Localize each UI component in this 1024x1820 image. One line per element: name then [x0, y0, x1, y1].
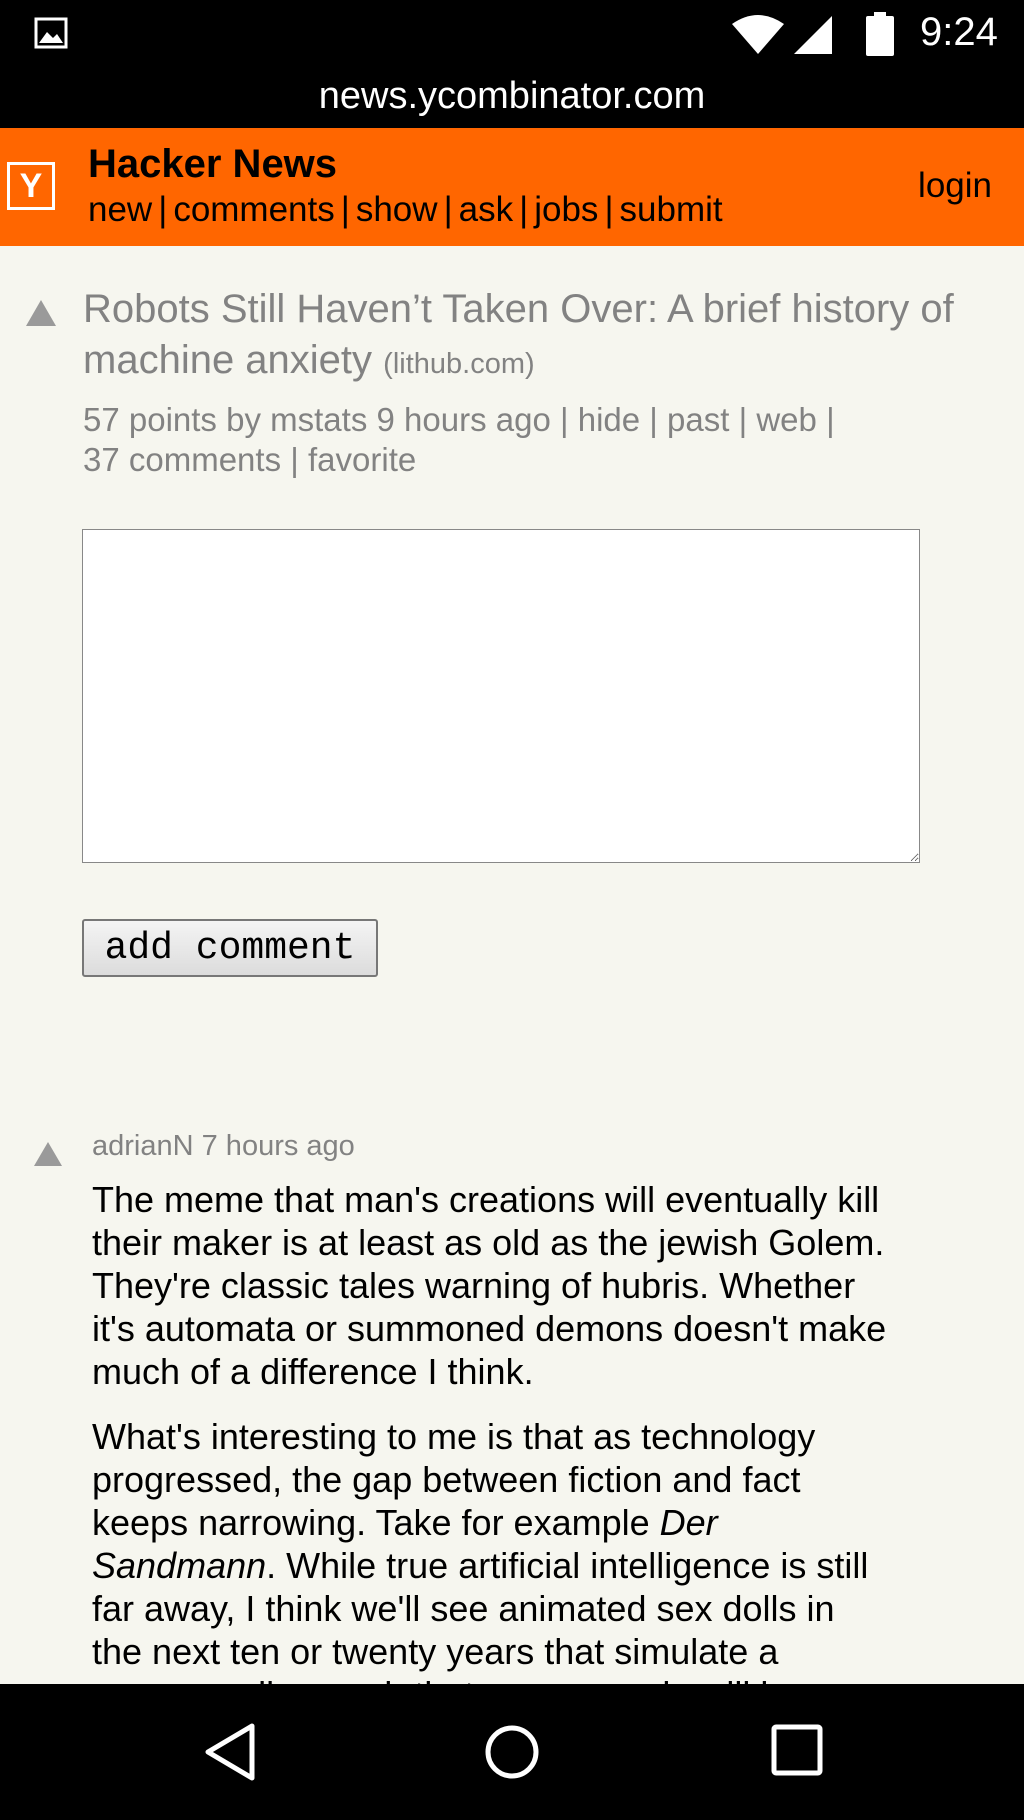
story-age[interactable]: 9 hours ago: [377, 401, 551, 438]
comment-user[interactable]: adrianN: [92, 1130, 194, 1162]
story-user[interactable]: mstats: [270, 401, 367, 438]
meta-separator: |: [738, 401, 748, 438]
story-hide-link[interactable]: hide: [578, 401, 640, 438]
login-link[interactable]: login: [918, 166, 992, 206]
story-web-link[interactable]: web: [756, 401, 817, 438]
nav-separator: |: [604, 190, 614, 229]
story-favorite-link[interactable]: favorite: [308, 441, 416, 478]
comment-paragraph: The meme that man's creations will event…: [92, 1179, 887, 1392]
comment-header: adrianN 7 hours ago: [92, 1130, 355, 1163]
y-logo-icon[interactable]: Y: [7, 162, 55, 210]
battery-icon: [866, 12, 894, 56]
story-meta: 57 points by mstats 9 hours ago | hide |…: [83, 400, 983, 480]
gallery-icon: [34, 17, 68, 49]
home-icon[interactable]: [484, 1724, 540, 1780]
status-clock: 9:24: [920, 10, 998, 54]
story-title: Robots Still Haven’t Taken Over: A brief…: [83, 284, 1003, 390]
meta-separator: |: [559, 401, 569, 438]
nav-new[interactable]: new: [88, 190, 152, 229]
url-bar[interactable]: news.ycombinator.com: [0, 70, 1024, 128]
comment-age[interactable]: 7 hours ago: [202, 1130, 355, 1162]
back-icon[interactable]: [200, 1720, 260, 1784]
nav-comments[interactable]: comments: [173, 190, 334, 229]
add-comment-button[interactable]: add comment: [82, 919, 378, 977]
story-comments-link[interactable]: 37 comments: [83, 441, 281, 478]
nav-separator: |: [158, 190, 168, 229]
meta-separator: |: [649, 401, 658, 438]
nav-links: new | comments | show | ask | jobs | submit: [88, 190, 723, 230]
status-bar: 9:24: [0, 0, 1024, 70]
story-by: by: [226, 401, 261, 438]
upvote-arrow-icon[interactable]: [32, 1140, 64, 1168]
meta-separator: |: [826, 401, 835, 438]
nav-separator: |: [443, 190, 453, 229]
wifi-icon: [732, 15, 784, 54]
story-points: 57 points: [83, 401, 217, 438]
nav-separator: |: [519, 190, 529, 229]
story-past-link[interactable]: past: [667, 401, 729, 438]
recents-icon[interactable]: [771, 1724, 823, 1776]
upvote-arrow-icon[interactable]: [24, 298, 58, 328]
nav-show[interactable]: show: [356, 190, 438, 229]
nav-separator: |: [340, 190, 350, 229]
signal-icon: [794, 16, 832, 54]
site-header: Y Hacker News new | comments | show | ask | jobs…: [0, 128, 1024, 246]
nav-submit[interactable]: submit: [620, 190, 723, 229]
android-nav-bar: [0, 1684, 1024, 1820]
comment-textarea[interactable]: [82, 529, 920, 863]
nav-ask[interactable]: ask: [459, 190, 513, 229]
nav-jobs[interactable]: jobs: [534, 190, 598, 229]
story-domain[interactable]: (lithub.com): [383, 348, 535, 380]
meta-separator: |: [290, 441, 299, 478]
site-title[interactable]: Hacker News: [88, 142, 337, 187]
